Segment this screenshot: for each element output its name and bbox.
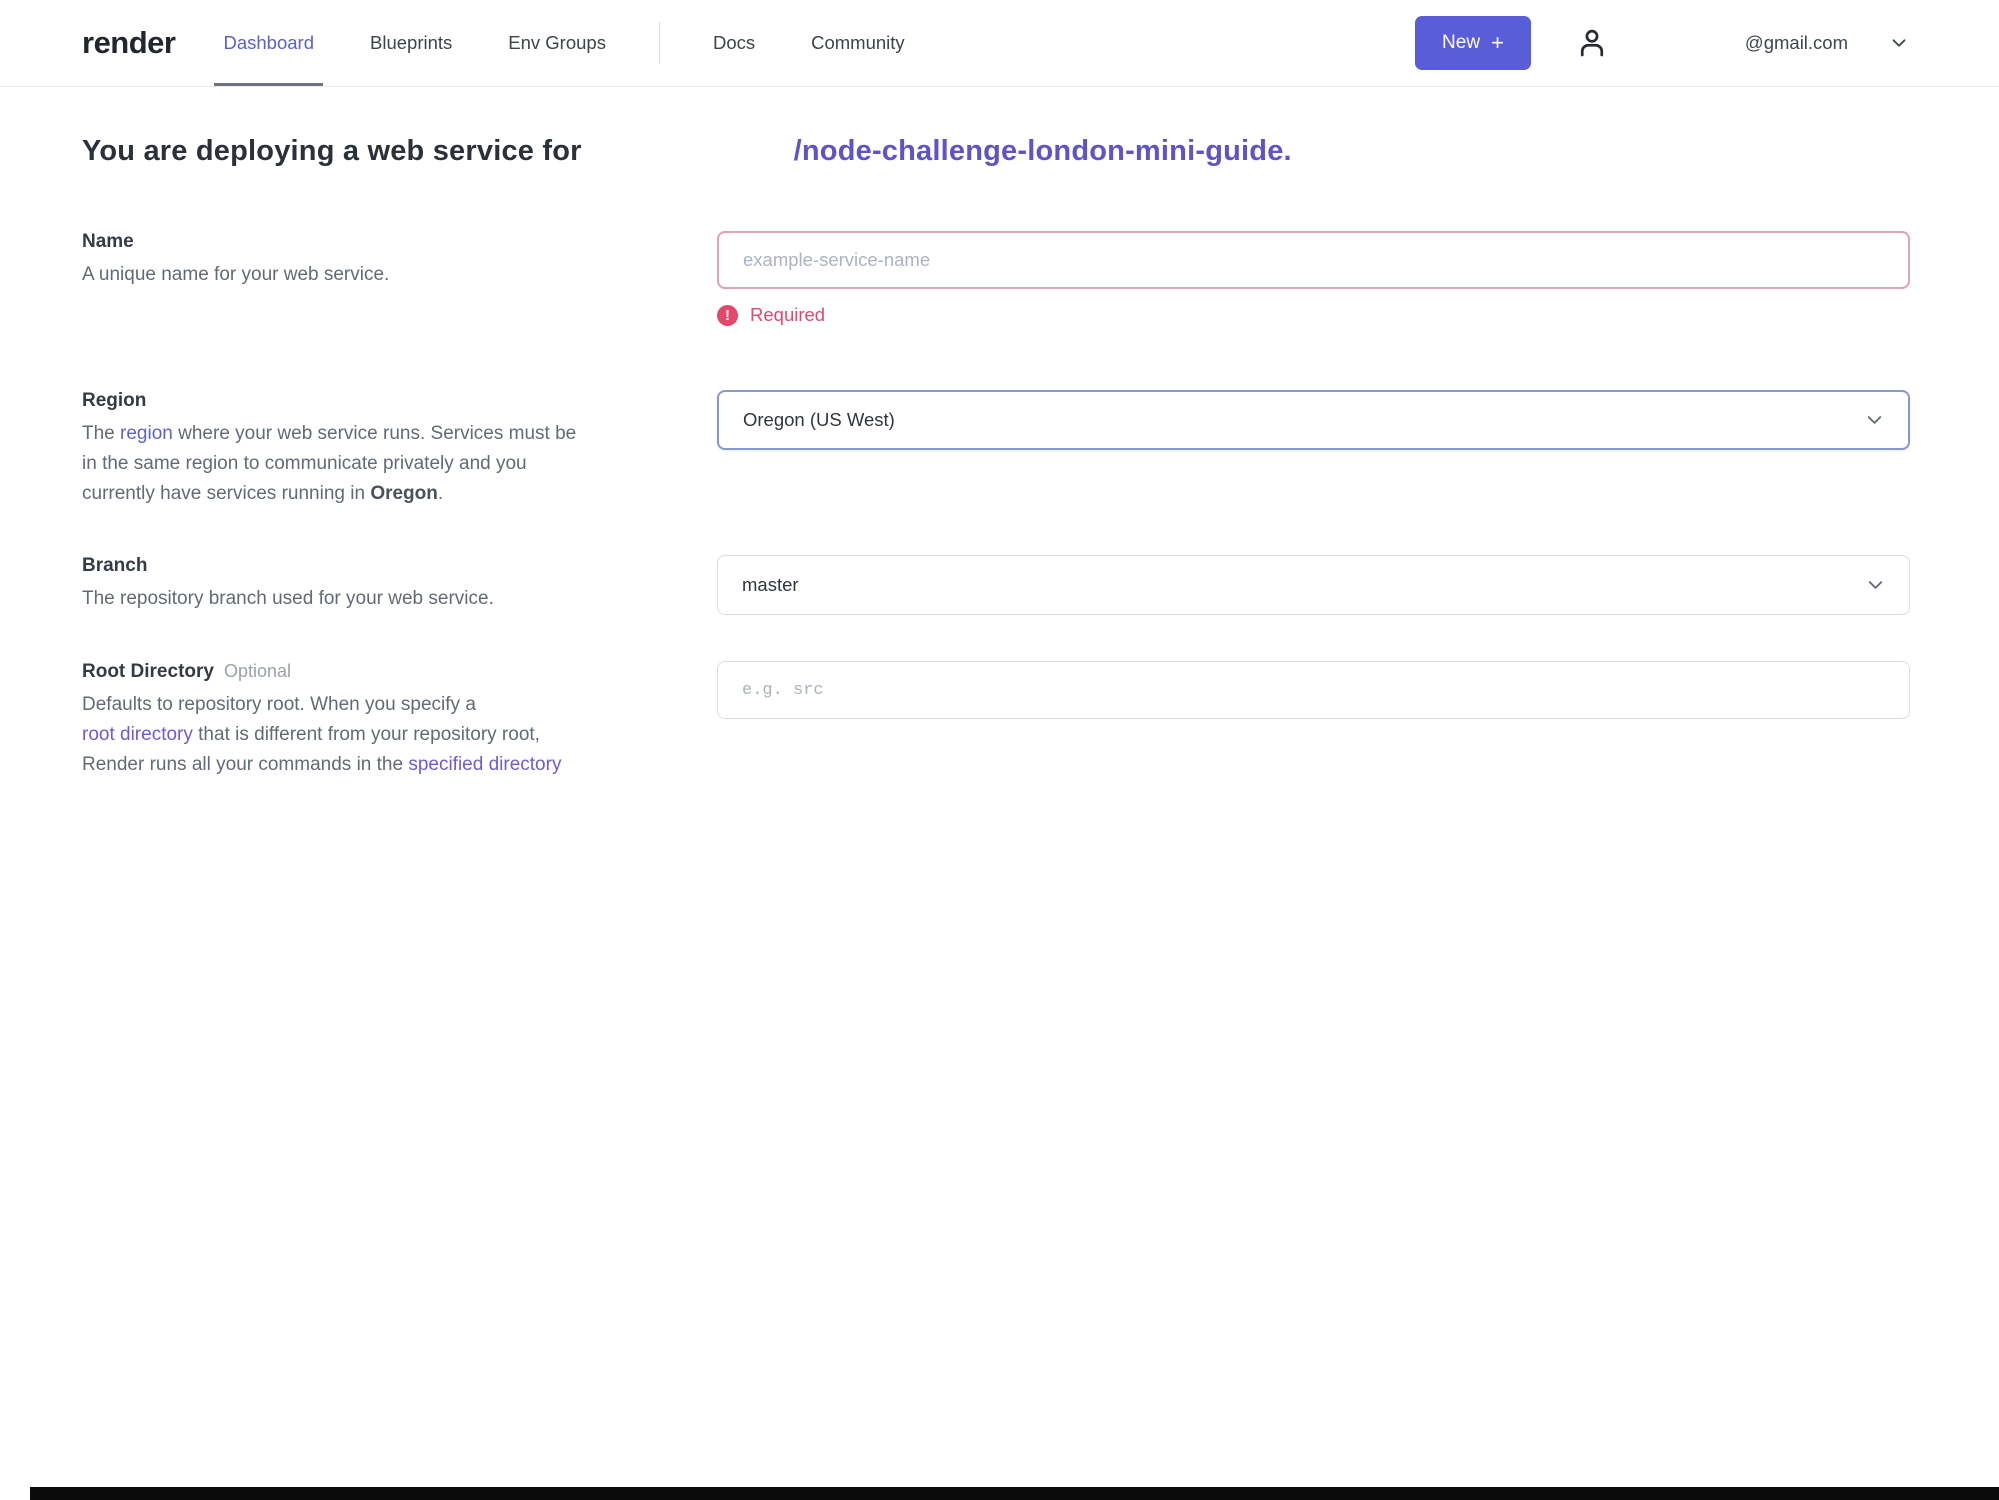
- account-email[interactable]: @gmail.com: [1745, 32, 1848, 54]
- root-directory-input[interactable]: [717, 661, 1910, 719]
- page-title-prefix: You are deploying a web service for: [82, 135, 582, 167]
- region-desc-text: The: [82, 423, 121, 444]
- account-menu-toggle[interactable]: [1888, 32, 1910, 54]
- plus-icon: +: [1491, 30, 1504, 55]
- error-alert-icon: !: [717, 304, 738, 326]
- name-error-text: Required: [750, 304, 826, 325]
- name-error: ! Required: [717, 304, 1910, 326]
- branch-label: Branch: [82, 555, 148, 576]
- region-select[interactable]: Oregon (US West): [717, 390, 1910, 450]
- region-doc-link[interactable]: region: [120, 423, 173, 444]
- root-dir-desc-text: Defaults to repository root. When you sp…: [82, 694, 476, 715]
- bottom-bar: [30, 1487, 1999, 1500]
- region-label: Region: [82, 390, 147, 411]
- nav-item-dashboard[interactable]: Dashboard: [214, 0, 323, 86]
- root-directory-description: Defaults to repository root. When you sp…: [82, 690, 642, 780]
- branch-field-row: Branch The repository branch used for yo…: [82, 555, 1910, 615]
- region-desc-text: .: [437, 483, 444, 504]
- specified-directory-doc-link[interactable]: specified directory: [408, 754, 561, 775]
- nav-item-docs[interactable]: Docs: [710, 0, 758, 86]
- root-directory-field-row: Root Directory Optional Defaults to repos…: [82, 661, 1910, 780]
- region-desc-text: currently have services running in: [82, 483, 371, 504]
- name-description: A unique name for your web service.: [82, 264, 390, 285]
- branch-field-info: Branch The repository branch used for yo…: [82, 555, 642, 615]
- region-field-row: Region The region where your web service…: [82, 390, 1910, 509]
- user-icon: [1580, 29, 1604, 57]
- branch-select[interactable]: master: [717, 555, 1910, 615]
- deploy-form-page: You are deploying a web service for/node…: [0, 87, 1999, 780]
- service-name-input[interactable]: [717, 231, 1910, 289]
- new-button-label: New: [1442, 32, 1481, 53]
- root-dir-desc-text: that is different from your repository r…: [192, 724, 540, 745]
- nav-items: Dashboard Blueprints Env Groups Docs Com…: [214, 0, 908, 86]
- root-dir-desc-text: Render runs all your commands in the: [82, 754, 409, 775]
- region-select-value: Oregon (US West): [743, 409, 895, 430]
- region-desc-text: where your web service runs. Services mu…: [172, 423, 577, 444]
- branch-select-value: master: [742, 574, 799, 595]
- region-field-info: Region The region where your web service…: [82, 390, 642, 509]
- name-label: Name: [82, 231, 134, 252]
- chevron-down-icon: [1892, 39, 1906, 47]
- chevron-down-icon: [1868, 581, 1883, 589]
- root-directory-field-info: Root Directory Optional Defaults to repos…: [82, 661, 642, 780]
- nav-divider: [658, 22, 660, 64]
- page-title: You are deploying a web service for/node…: [82, 135, 1910, 168]
- nav-item-community[interactable]: Community: [808, 0, 908, 86]
- repo-link[interactable]: /node-challenge-london-mini-guide.: [794, 135, 1292, 167]
- top-navigation: render Dashboard Blueprints Env Groups D…: [0, 0, 1999, 87]
- root-directory-doc-link[interactable]: root directory: [82, 724, 193, 745]
- root-directory-label: Root Directory Optional: [82, 661, 292, 682]
- nav-item-blueprints[interactable]: Blueprints: [367, 0, 455, 86]
- branch-description: The repository branch used for your web …: [82, 588, 494, 609]
- name-field-info: Name A unique name for your web service.: [82, 231, 642, 326]
- region-desc-text: in the same region to communicate privat…: [82, 453, 527, 474]
- render-logo[interactable]: render: [82, 25, 176, 61]
- name-field-row: Name A unique name for your web service.…: [82, 231, 1910, 326]
- region-description: The region where your web service runs. …: [82, 419, 642, 509]
- chevron-down-icon: [1867, 416, 1882, 424]
- region-desc-oregon: Oregon: [370, 483, 438, 504]
- nav-item-env-groups[interactable]: Env Groups: [505, 0, 609, 86]
- new-button[interactable]: New +: [1415, 16, 1531, 70]
- optional-tag: Optional: [223, 661, 292, 681]
- user-menu-button[interactable]: [1569, 20, 1615, 66]
